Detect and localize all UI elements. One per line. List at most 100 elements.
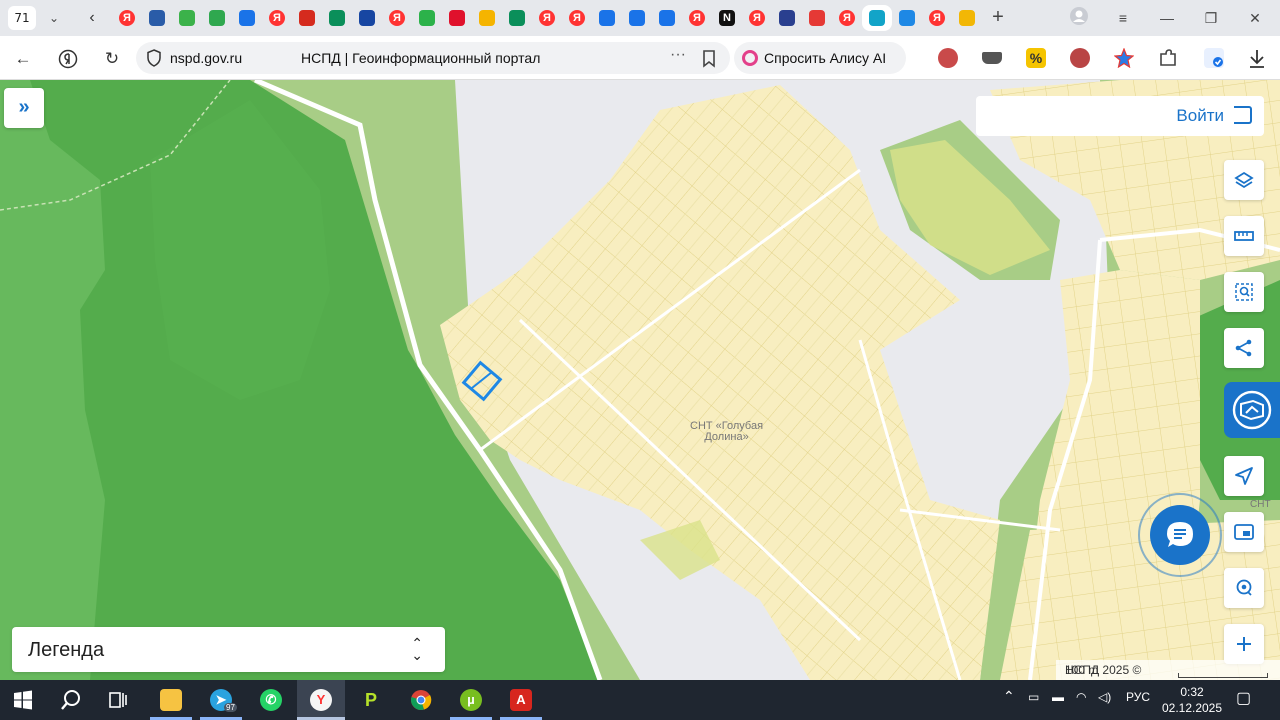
windows-start-icon[interactable] bbox=[8, 685, 38, 715]
browser-tab[interactable]: Я bbox=[532, 5, 562, 31]
browser-tab[interactable] bbox=[592, 5, 622, 31]
gov-emblem-icon bbox=[149, 10, 165, 26]
search-icon[interactable] bbox=[56, 685, 86, 715]
browser-tab[interactable]: N bbox=[712, 5, 742, 31]
share-button[interactable] bbox=[1224, 328, 1264, 368]
notifications-icon[interactable]: ▢ bbox=[1236, 688, 1251, 708]
screen: 71 ⌄ ‹ ЯЯЯЯЯЯNЯЯЯ + ≡ — ❐ ✕ ← ↻ nspd.gov… bbox=[0, 0, 1280, 720]
chrome-icon[interactable] bbox=[406, 685, 436, 715]
extension-star-icon[interactable] bbox=[1113, 47, 1135, 69]
layers-button[interactable] bbox=[1224, 160, 1264, 200]
browser-tab[interactable]: Я bbox=[832, 5, 862, 31]
chat-button[interactable] bbox=[1150, 505, 1210, 565]
extension-avatar-icon[interactable] bbox=[1070, 48, 1090, 68]
p-app-icon[interactable]: P bbox=[356, 685, 386, 715]
dots-app-icon bbox=[179, 10, 195, 26]
map-canvas[interactable]: СНТ «Голубая Долина» СНТ » Войти Легенда… bbox=[0, 80, 1280, 680]
yandex-home-icon[interactable] bbox=[55, 46, 81, 72]
language-indicator[interactable]: РУС bbox=[1126, 690, 1150, 704]
yandex-icon: Я bbox=[929, 10, 945, 26]
restore-icon[interactable]: ❐ bbox=[1196, 6, 1226, 30]
yandex-icon: Я bbox=[119, 10, 135, 26]
url-host: nspd.gov.ru bbox=[170, 50, 243, 66]
minimap-button[interactable] bbox=[1224, 512, 1264, 552]
browser-tab[interactable] bbox=[292, 5, 322, 31]
browser-tab[interactable] bbox=[472, 5, 502, 31]
gov-services-icon bbox=[899, 10, 915, 26]
whatsapp-icon[interactable]: ✆ bbox=[256, 685, 286, 715]
browser-tab[interactable] bbox=[142, 5, 172, 31]
browser-tab[interactable]: Я bbox=[682, 5, 712, 31]
battery-icon[interactable]: ▬ bbox=[1052, 690, 1064, 704]
emblem-icon bbox=[779, 10, 795, 26]
legend-panel[interactable]: Легенда ⌃ ⌄ bbox=[12, 627, 445, 672]
new-tab-plus-icon[interactable]: + bbox=[986, 6, 1010, 30]
address-bar[interactable]: nspd.gov.ru НСПД | Геоинформационный пор… bbox=[136, 42, 730, 74]
nspd-map-app-button[interactable] bbox=[1224, 382, 1280, 438]
more-dots-icon[interactable]: ··· bbox=[670, 46, 686, 64]
tab-count-button[interactable]: 71 bbox=[8, 6, 36, 30]
browser-tab[interactable] bbox=[352, 5, 382, 31]
wifi-icon[interactable]: ◠ bbox=[1076, 690, 1086, 704]
bookmark-icon[interactable] bbox=[702, 50, 716, 68]
browser-tab[interactable]: Я bbox=[742, 5, 772, 31]
yandex-browser-icon[interactable]: Y bbox=[297, 680, 345, 720]
ruler-button[interactable] bbox=[1224, 216, 1264, 256]
browser-menu-icon[interactable]: ≡ bbox=[1108, 6, 1138, 30]
reload-icon[interactable]: ↻ bbox=[99, 46, 125, 72]
map-layer[interactable] bbox=[0, 80, 1280, 680]
browser-tab[interactable] bbox=[652, 5, 682, 31]
browser-tab[interactable] bbox=[952, 5, 982, 31]
close-window-icon[interactable]: ✕ bbox=[1240, 6, 1270, 30]
tab-scroll-left-icon[interactable]: ‹ bbox=[80, 6, 104, 30]
profile-avatar-icon[interactable] bbox=[1064, 6, 1094, 30]
locate-button[interactable] bbox=[1224, 568, 1264, 608]
browser-tab[interactable]: Я bbox=[562, 5, 592, 31]
browser-tab[interactable]: Я bbox=[382, 5, 412, 31]
minimize-icon[interactable]: — bbox=[1152, 6, 1182, 30]
downloads-icon[interactable] bbox=[1244, 46, 1270, 72]
browser-tab[interactable]: Я bbox=[922, 5, 952, 31]
login-arrow-icon bbox=[1234, 106, 1252, 124]
browser-tab[interactable]: Я bbox=[262, 5, 292, 31]
area-select-icon bbox=[1235, 283, 1253, 301]
ask-alice-button[interactable]: Спросить Алису AI bbox=[734, 42, 906, 74]
extension-puzzle-icon[interactable] bbox=[1158, 48, 1178, 68]
browser-tab[interactable] bbox=[412, 5, 442, 31]
browser-tab[interactable] bbox=[802, 5, 832, 31]
area-select-button[interactable] bbox=[1224, 272, 1264, 312]
back-arrow-icon[interactable]: ← bbox=[10, 46, 36, 72]
extension-percent-icon[interactable]: % bbox=[1026, 48, 1046, 68]
browser-tab[interactable]: Я bbox=[112, 5, 142, 31]
file-explorer-icon[interactable] bbox=[156, 685, 186, 715]
browser-tab[interactable] bbox=[772, 5, 802, 31]
browser-tab[interactable] bbox=[442, 5, 472, 31]
browser-tab[interactable] bbox=[172, 5, 202, 31]
browser-tab[interactable] bbox=[202, 5, 232, 31]
navigate-button[interactable] bbox=[1224, 456, 1264, 496]
site-security-shield-icon[interactable] bbox=[146, 49, 162, 67]
task-view-icon[interactable] bbox=[104, 685, 134, 715]
browser-tab[interactable] bbox=[622, 5, 652, 31]
clock[interactable]: 0:32 02.12.2025 bbox=[1160, 684, 1224, 716]
volume-icon[interactable]: ◁) bbox=[1098, 690, 1111, 704]
extension-shield-icon[interactable] bbox=[1204, 48, 1224, 68]
browser-tab[interactable] bbox=[892, 5, 922, 31]
utorrent-icon[interactable]: µ bbox=[456, 685, 486, 715]
tray-device-icon[interactable]: ▭ bbox=[1028, 690, 1039, 704]
extension-hat-icon[interactable] bbox=[982, 52, 1002, 64]
expand-sidebar-button[interactable]: » bbox=[4, 88, 44, 128]
pdf-reader-icon[interactable]: A bbox=[506, 685, 536, 715]
browser-tab[interactable] bbox=[862, 5, 892, 31]
browser-tab[interactable] bbox=[232, 5, 262, 31]
login-button[interactable]: Войти bbox=[976, 96, 1264, 136]
maps-arrow-icon bbox=[599, 10, 615, 26]
map-pin-icon bbox=[809, 10, 825, 26]
zoom-in-button[interactable] bbox=[1224, 624, 1264, 664]
tray-chevron-up-icon[interactable]: ⌃ bbox=[1003, 688, 1015, 705]
telegram-icon[interactable]: ➤ 97 bbox=[206, 685, 237, 715]
tab-list-chevron-icon[interactable]: ⌄ bbox=[44, 8, 64, 28]
browser-tab[interactable] bbox=[502, 5, 532, 31]
browser-tab[interactable] bbox=[322, 5, 352, 31]
extension-avatar-icon[interactable] bbox=[938, 48, 958, 68]
